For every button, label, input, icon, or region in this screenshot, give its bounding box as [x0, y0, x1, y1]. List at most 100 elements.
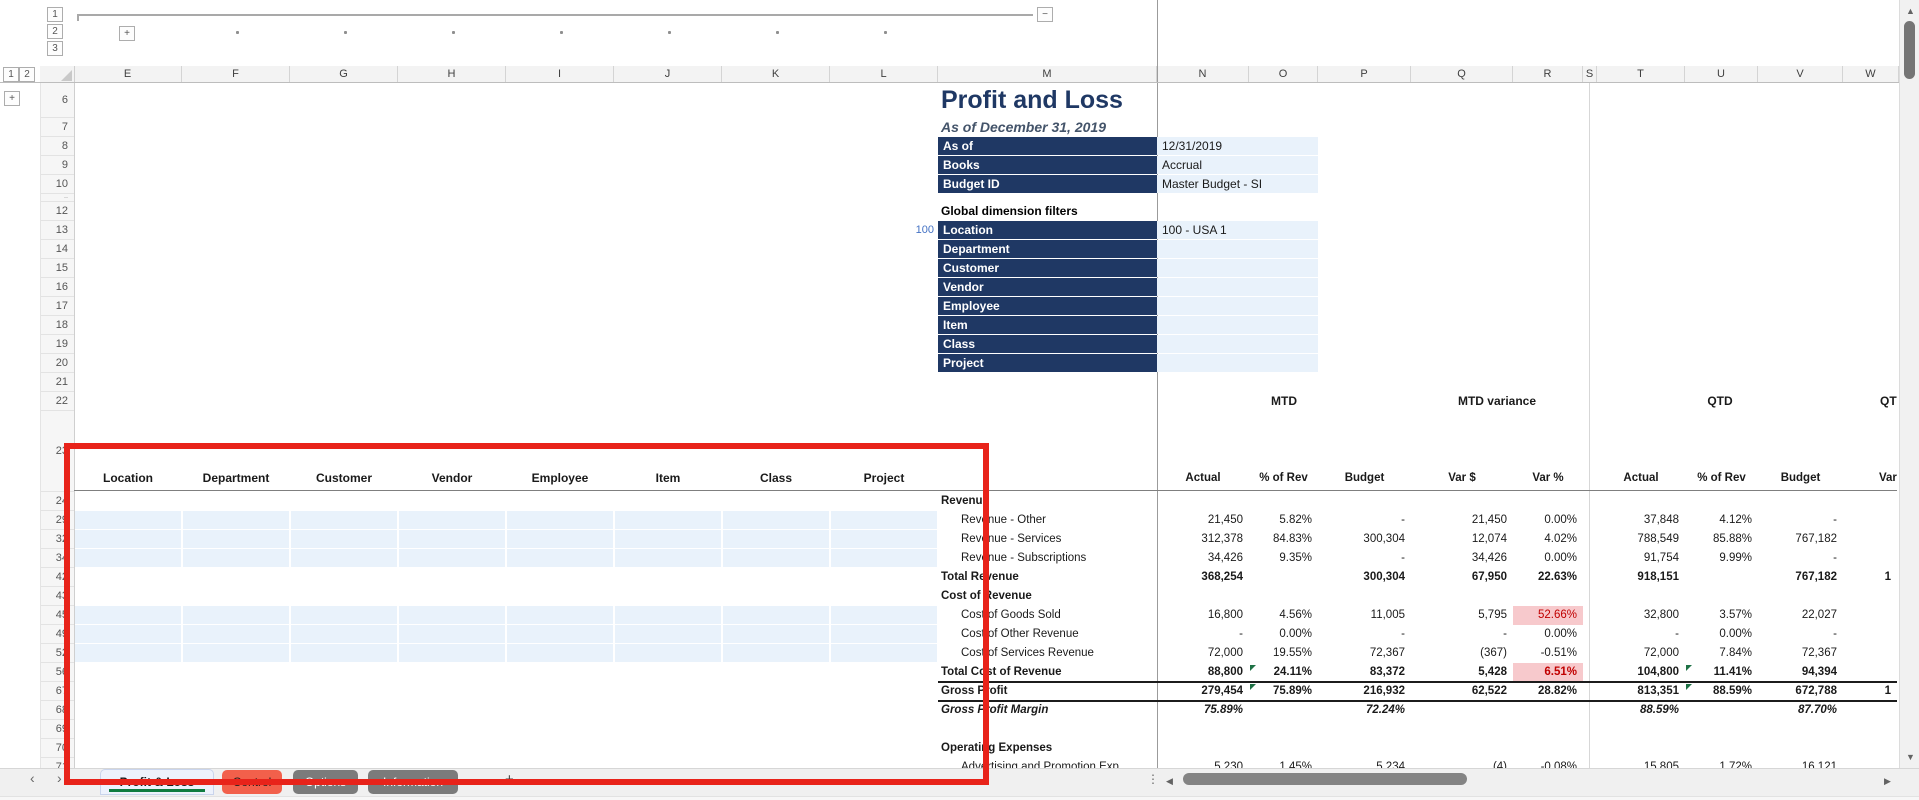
column-header-M[interactable]: M	[938, 66, 1157, 82]
cell-qtd-71[interactable]: 15,805	[1597, 758, 1685, 768]
cell-mtd-70[interactable]	[1318, 739, 1411, 758]
row-header-21[interactable]: 21	[40, 373, 74, 392]
cell-mtd-43[interactable]	[1249, 587, 1318, 606]
cell-qtd-34[interactable]: 9.99%	[1685, 549, 1758, 568]
cell-mtd-71[interactable]: 1.45%	[1249, 758, 1318, 768]
cell-mtd-49[interactable]: -	[1411, 625, 1513, 644]
row-header-12[interactable]: 12	[40, 202, 74, 221]
cell-qtd-56[interactable]	[1843, 663, 1897, 682]
filter-value[interactable]	[1157, 354, 1318, 372]
cell-mtd-56[interactable]: 6.51%	[1513, 663, 1583, 682]
cell-qtd-49[interactable]: -	[1758, 625, 1843, 644]
row-header-8[interactable]: 8	[40, 137, 74, 156]
filter-value[interactable]: 12/31/2019	[1157, 137, 1318, 155]
tab-scrollbar-splitter[interactable]: ⋮	[1147, 772, 1159, 786]
cell-mtd-32[interactable]: 84.83%	[1249, 530, 1318, 549]
cell-mtd-24[interactable]	[1513, 492, 1583, 511]
column-header-W[interactable]: W	[1843, 66, 1899, 82]
cell-mtd-24[interactable]	[1157, 492, 1249, 511]
cell-mtd-34[interactable]: 34,426	[1157, 549, 1249, 568]
scroll-down-arrow[interactable]: ▼	[1906, 753, 1915, 762]
cell-qtd-43[interactable]	[1758, 587, 1843, 606]
cell-mtd-34[interactable]: 0.00%	[1513, 549, 1583, 568]
column-group-expand-button[interactable]: +	[119, 26, 135, 41]
cell-mtd-34[interactable]: -	[1318, 549, 1411, 568]
cell-mtd-68[interactable]: 72.24%	[1318, 701, 1411, 720]
cell-mtd-69[interactable]	[1249, 720, 1318, 739]
cell-mtd-71[interactable]: (4)	[1411, 758, 1513, 768]
cell-mtd-49[interactable]: 0.00%	[1513, 625, 1583, 644]
cell-qtd-56[interactable]: 94,394	[1758, 663, 1843, 682]
filter-value[interactable]: Master Budget - SI	[1157, 175, 1318, 193]
column-outline-level-1[interactable]: 1	[47, 7, 63, 22]
cell-mtd-49[interactable]: -	[1157, 625, 1249, 644]
cell-mtd-34[interactable]: 34,426	[1411, 549, 1513, 568]
cell-qtd-24[interactable]	[1843, 492, 1897, 511]
column-header-R[interactable]: R	[1513, 66, 1583, 82]
row-header-16[interactable]: 16	[40, 278, 74, 297]
scroll-up-arrow[interactable]: ▲	[1906, 7, 1915, 16]
cell-mtd-42[interactable]	[1249, 568, 1318, 587]
column-group-collapse-button[interactable]: −	[1037, 7, 1053, 22]
cell-qtd-52[interactable]: 72,000	[1597, 644, 1685, 663]
cell-qtd-70[interactable]	[1758, 739, 1843, 758]
column-header-E[interactable]: E	[74, 66, 182, 82]
cell-mtd-56[interactable]: 24.11%	[1249, 663, 1318, 682]
cell-mtd-43[interactable]	[1513, 587, 1583, 606]
filter-value[interactable]	[1157, 335, 1318, 353]
cell-qtd-69[interactable]	[1843, 720, 1897, 739]
cell-mtd-71[interactable]: 5,230	[1157, 758, 1249, 768]
cell-mtd-32[interactable]: 312,378	[1157, 530, 1249, 549]
cell-qtd-42[interactable]: 918,151	[1597, 568, 1685, 587]
select-all-corner[interactable]	[40, 66, 74, 82]
cell-qtd-32[interactable]: 788,549	[1597, 530, 1685, 549]
cell-mtd-45[interactable]: 52.66%	[1513, 606, 1583, 625]
cell-mtd-68[interactable]	[1513, 701, 1583, 720]
cell-mtd-69[interactable]	[1157, 720, 1249, 739]
cell-mtd-42[interactable]: 300,304	[1318, 568, 1411, 587]
cell-mtd-52[interactable]: (367)	[1411, 644, 1513, 663]
cell-qtd-42[interactable]: 1	[1843, 568, 1897, 587]
cell-qtd-68[interactable]: 88.59%	[1597, 701, 1685, 720]
sheet-nav-left-arrow[interactable]: ‹	[30, 770, 35, 786]
cell-qtd-29[interactable]	[1843, 511, 1897, 530]
cell-qtd-69[interactable]	[1597, 720, 1685, 739]
cell-qtd-45[interactable]: 22,027	[1758, 606, 1843, 625]
column-header-U[interactable]: U	[1685, 66, 1758, 82]
cell-mtd-49[interactable]: -	[1318, 625, 1411, 644]
row-header-10[interactable]: 10	[40, 175, 74, 194]
cell-mtd-68[interactable]: 75.89%	[1157, 701, 1249, 720]
cell-qtd-70[interactable]	[1597, 739, 1685, 758]
filter-value[interactable]	[1157, 278, 1318, 296]
scroll-right-arrow[interactable]: ▶	[1884, 777, 1891, 786]
cell-mtd-52[interactable]: 72,000	[1157, 644, 1249, 663]
cell-mtd-71[interactable]: 5,234	[1318, 758, 1411, 768]
cell-qtd-24[interactable]	[1685, 492, 1758, 511]
row-header-··[interactable]: ··	[40, 194, 74, 202]
cell-mtd-70[interactable]	[1157, 739, 1249, 758]
cell-mtd-67[interactable]: 216,932	[1318, 682, 1411, 701]
row-group-expand-button[interactable]: +	[4, 91, 20, 106]
cell-mtd-43[interactable]	[1411, 587, 1513, 606]
row-header-17[interactable]: 17	[40, 297, 74, 316]
cell-mtd-42[interactable]: 368,254	[1157, 568, 1249, 587]
cell-mtd-56[interactable]: 5,428	[1411, 663, 1513, 682]
column-header-J[interactable]: J	[614, 66, 722, 82]
cell-mtd-45[interactable]: 11,005	[1318, 606, 1411, 625]
cell-qtd-70[interactable]	[1843, 739, 1897, 758]
cell-qtd-52[interactable]: 7.84%	[1685, 644, 1758, 663]
cell-qtd-34[interactable]: 91,754	[1597, 549, 1685, 568]
row-header-13[interactable]: 13	[40, 221, 74, 240]
cell-mtd-45[interactable]: 4.56%	[1249, 606, 1318, 625]
cell-qtd-67[interactable]: 1	[1843, 682, 1897, 701]
cell-qtd-43[interactable]	[1685, 587, 1758, 606]
cell-mtd-69[interactable]	[1513, 720, 1583, 739]
cell-mtd-34[interactable]: 9.35%	[1249, 549, 1318, 568]
cell-qtd-32[interactable]: 767,182	[1758, 530, 1843, 549]
row-header-7[interactable]: 7	[40, 118, 74, 137]
row-header-9[interactable]: 9	[40, 156, 74, 175]
row-outline-level-2[interactable]: 2	[19, 67, 35, 82]
column-header-I[interactable]: I	[506, 66, 614, 82]
cell-mtd-45[interactable]: 16,800	[1157, 606, 1249, 625]
cell-qtd-42[interactable]: 767,182	[1758, 568, 1843, 587]
